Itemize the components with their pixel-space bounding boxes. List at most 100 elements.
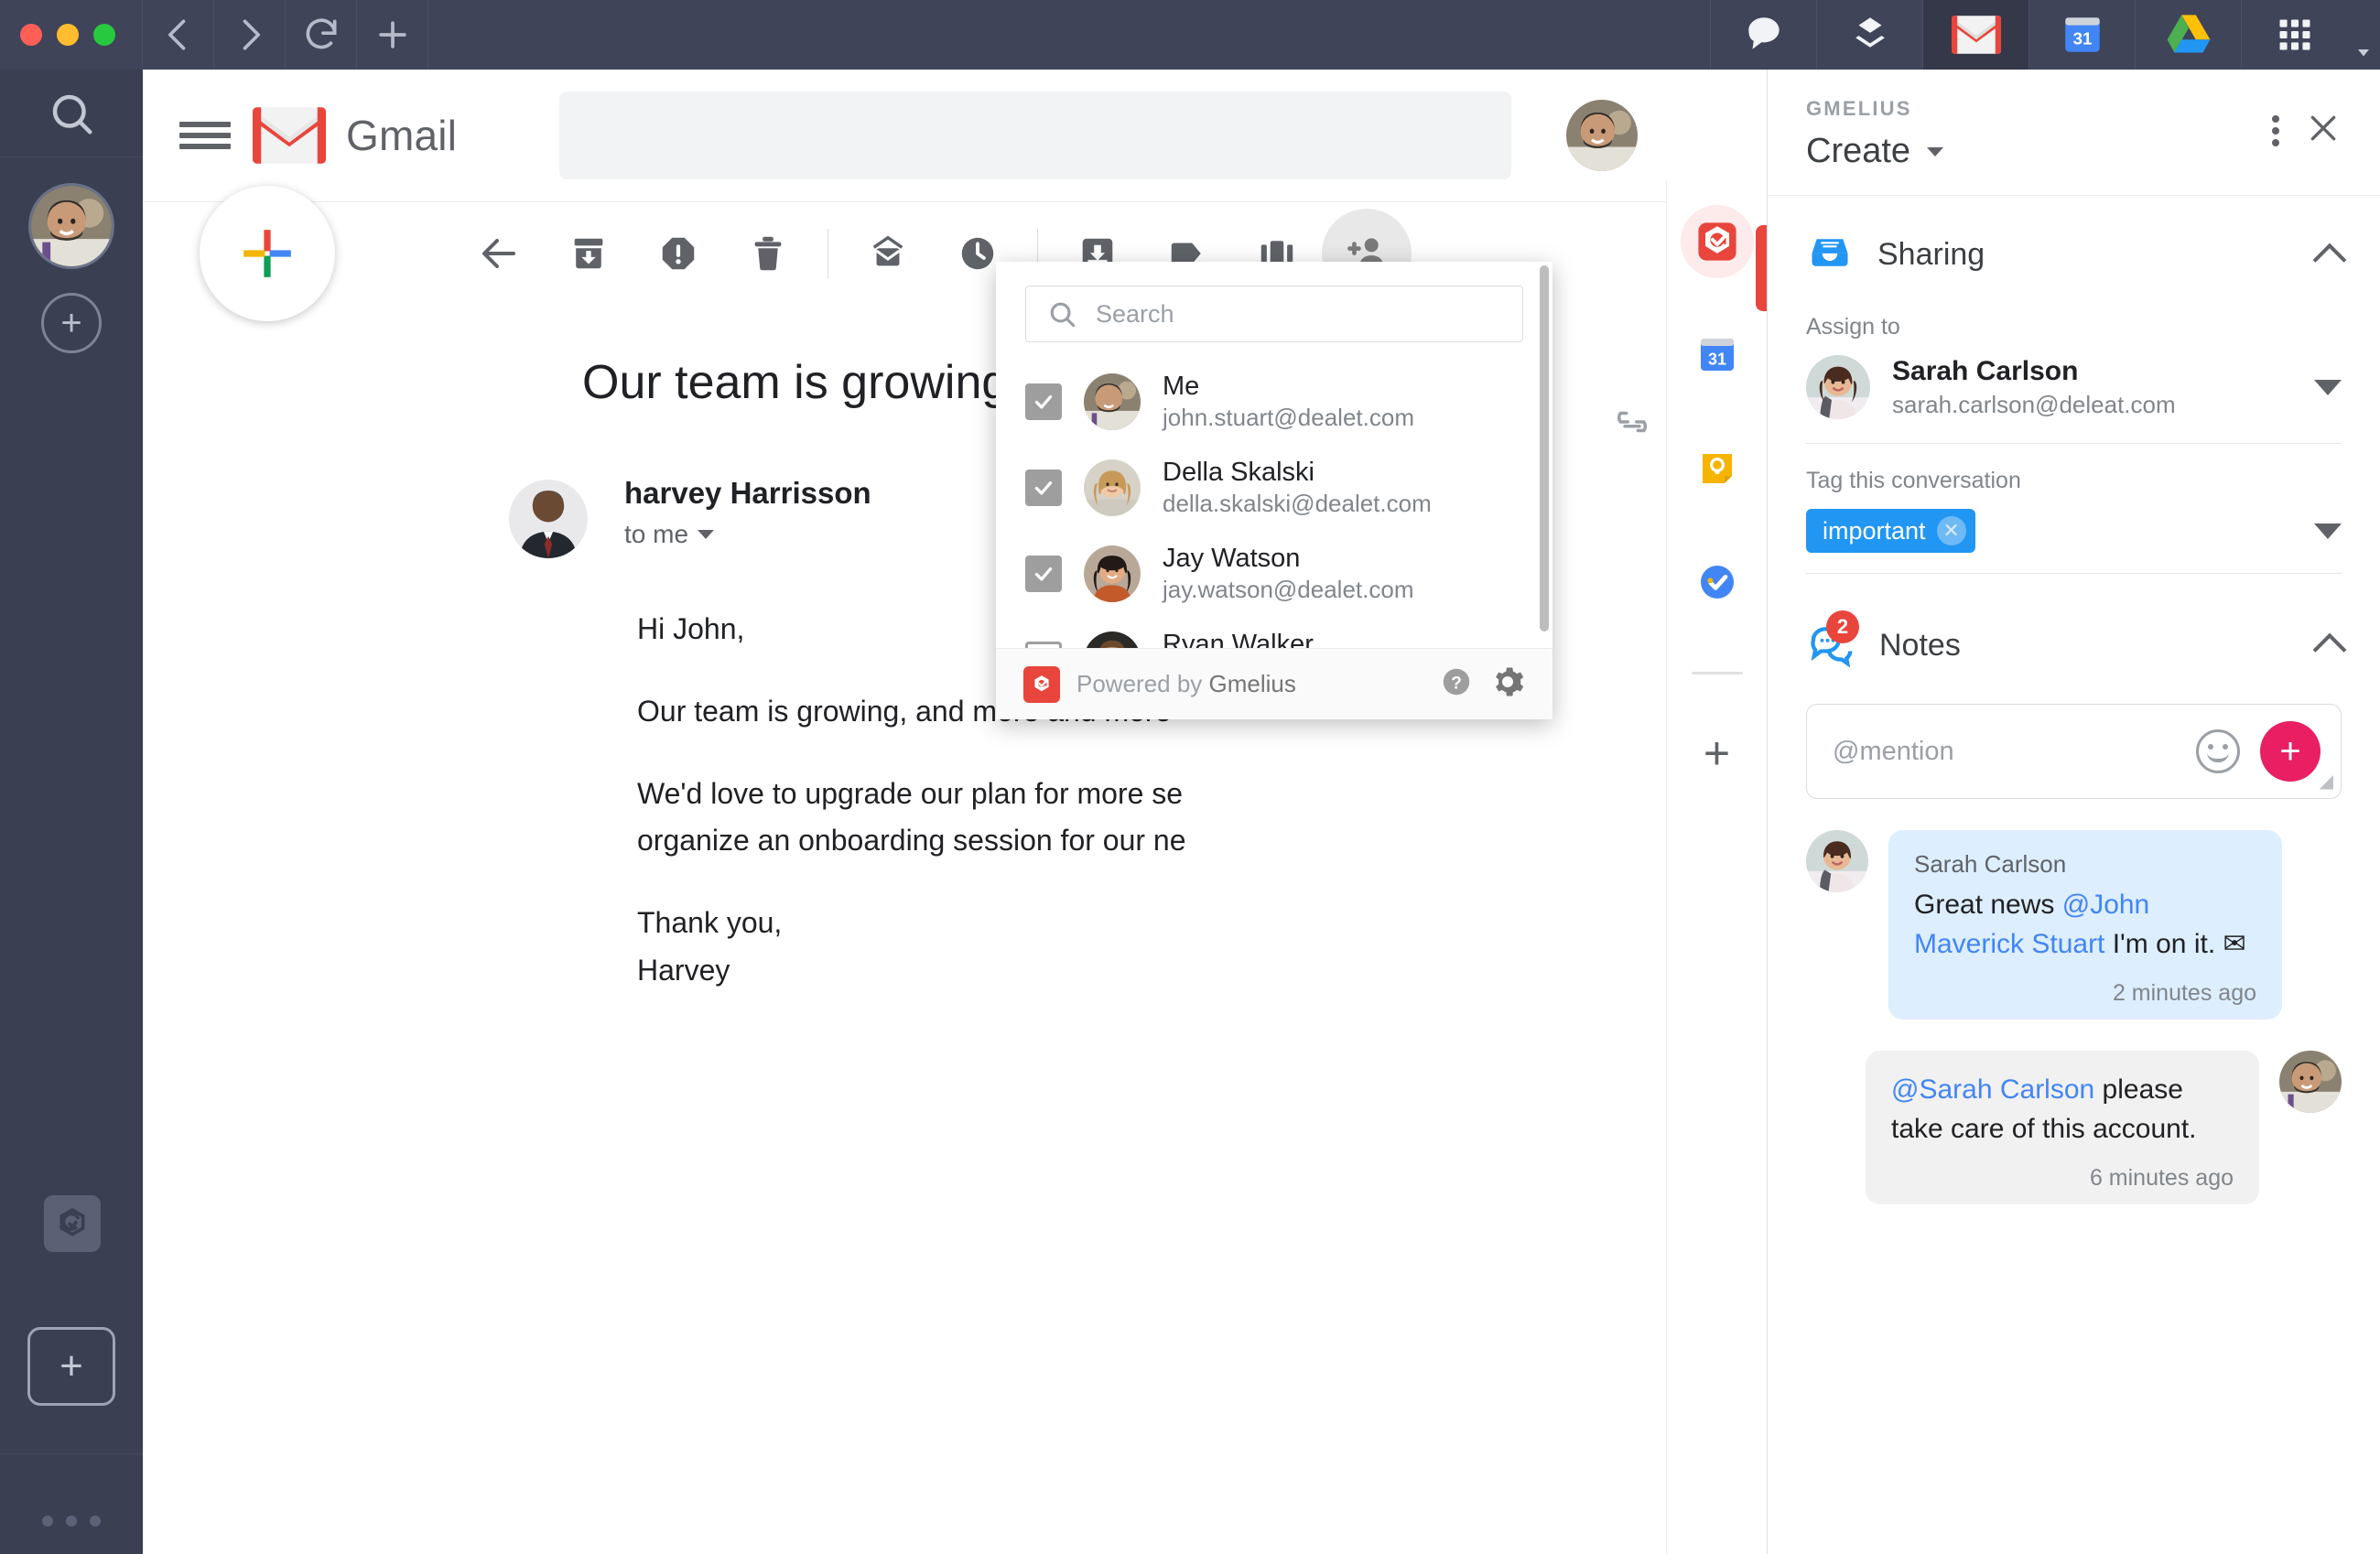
powered-by-brand: Gmelius [1209, 670, 1296, 697]
notes-section-header[interactable]: 2 Notes [1768, 574, 2380, 678]
help-icon[interactable]: ? [1439, 664, 1474, 704]
contact-avatar [1084, 459, 1141, 516]
account-avatar[interactable] [1566, 100, 1638, 171]
note-mention[interactable]: @Sarah Carlson [1891, 1074, 2094, 1105]
contact-search-field[interactable]: Search [1025, 286, 1523, 342]
apps-grid-icon[interactable] [2241, 0, 2347, 70]
contact-name: Della Skalski [1163, 458, 1432, 488]
assign-to-label: Assign to [1768, 290, 2380, 355]
powered-by-prefix: Powered by [1076, 670, 1209, 697]
back-button[interactable] [143, 0, 214, 70]
tag-selector[interactable]: important ✕ [1806, 509, 2342, 574]
note-text-after: I'm on it. ✉ [2104, 929, 2245, 959]
note-text-before: Great news [1914, 890, 2062, 920]
panel-brand: GMELIUS [1806, 97, 1943, 121]
add-workspace-button[interactable]: + [41, 293, 102, 353]
page-title: Create [1806, 132, 1910, 171]
browser-chrome: 31 [0, 0, 2380, 70]
contact-checkbox[interactable] [1025, 383, 1062, 420]
gmail-icon[interactable] [1922, 0, 2028, 70]
resize-handle[interactable]: ◢ [2320, 770, 2333, 793]
gear-icon[interactable] [1490, 664, 1525, 704]
chevron-down-icon[interactable] [2314, 523, 2342, 539]
reload-button[interactable] [286, 0, 357, 70]
gmelius-addon-button[interactable] [1681, 205, 1754, 278]
email-signoff-line-2: Harvey [637, 954, 730, 987]
gmail-logo[interactable]: Gmail [253, 107, 457, 164]
minimize-window-button[interactable] [57, 24, 79, 46]
note-bubble: @Sarah Carlson please take care of this … [1866, 1051, 2259, 1204]
popup-scrollbar[interactable] [1540, 265, 1549, 631]
svg-text:31: 31 [1707, 350, 1726, 368]
gmelius-icon[interactable] [44, 1195, 101, 1252]
contact-checkbox[interactable] [1025, 556, 1062, 592]
chevron-up-icon[interactable] [2313, 633, 2347, 667]
chrome-spacer [428, 0, 1710, 70]
email-signoff: Thank you, Harvey [637, 900, 1388, 995]
contact-info: Me john.stuart@dealet.com [1163, 372, 1414, 432]
contact-checkbox[interactable] [1025, 469, 1062, 506]
close-icon[interactable] [2305, 110, 2342, 151]
assignee-selector[interactable]: Sarah Carlson sarah.carlson@deleat.com [1806, 355, 2342, 444]
delete-button[interactable] [723, 209, 813, 298]
get-addons-button[interactable]: + [1681, 717, 1754, 790]
chat-icon[interactable] [1710, 0, 1816, 70]
emoji-smiley-icon[interactable] [2196, 729, 2240, 773]
archive-button[interactable] [544, 209, 633, 298]
drive-icon[interactable] [2135, 0, 2241, 70]
new-tab-button[interactable] [357, 0, 428, 70]
calendar-icon[interactable]: 31 [2028, 0, 2135, 70]
gmail-wordmark: Gmail [346, 111, 457, 160]
kebab-menu-icon[interactable] [2272, 111, 2279, 151]
note-timestamp: 2 minutes ago [1914, 980, 2256, 1007]
remove-tag-icon[interactable]: ✕ [1937, 516, 1966, 545]
list-item[interactable]: Me john.stuart@dealet.com [996, 359, 1552, 445]
layers-icon[interactable] [1816, 0, 1922, 70]
window-controls [0, 0, 143, 70]
tasks-addon-button[interactable] [1681, 545, 1754, 619]
mark-unread-button[interactable] [843, 209, 933, 298]
back-to-inbox-button[interactable] [454, 209, 544, 298]
avatar[interactable] [28, 183, 114, 269]
chevron-up-icon[interactable] [2313, 243, 2347, 276]
contact-info: Jay Watson jay.watson@dealet.com [1163, 544, 1414, 604]
list-item[interactable]: Jay Watson jay.watson@dealet.com [996, 531, 1552, 617]
sharing-section-header[interactable]: Sharing [1768, 196, 2380, 290]
note-input-wrapper[interactable]: @mention + ◢ [1806, 704, 2342, 799]
contact-email: john.stuart@dealet.com [1163, 404, 1414, 432]
chevron-down-icon [698, 530, 714, 539]
keep-addon-button[interactable] [1681, 432, 1754, 505]
chevron-down-icon[interactable] [2314, 380, 2342, 395]
workspace-rail: + + [0, 70, 143, 1554]
panel-title-row[interactable]: Create [1806, 132, 1943, 171]
contact-email: della.skalski@dealet.com [1163, 490, 1432, 518]
compose-button[interactable] [200, 186, 335, 321]
chevron-down-icon[interactable] [2347, 0, 2380, 70]
contact-name: Me [1163, 372, 1414, 402]
gmail-header: Gmail [143, 70, 1767, 201]
addon-divider [1692, 672, 1743, 674]
list-item[interactable]: Della Skalski della.skalski@dealet.com [996, 445, 1552, 531]
contact-name: Jay Watson [1163, 544, 1414, 574]
close-window-button[interactable] [20, 24, 42, 46]
note-input[interactable]: @mention [1833, 737, 2196, 767]
hamburger-icon[interactable] [179, 115, 231, 156]
link-icon[interactable] [1607, 406, 1657, 442]
recipient-toggle[interactable]: to me [624, 520, 871, 549]
gmelius-icon [1023, 666, 1060, 703]
note-bubble: Sarah Carlson Great news @John Maverick … [1888, 830, 2282, 1020]
calendar-addon-button[interactable]: 31 [1681, 318, 1754, 392]
sharing-section-title: Sharing [1877, 237, 2294, 273]
forward-button[interactable] [214, 0, 286, 70]
maximize-window-button[interactable] [93, 24, 115, 46]
add-account-button[interactable]: + [27, 1327, 115, 1406]
add-note-button[interactable]: + [2260, 721, 2320, 782]
contact-avatar [1084, 373, 1141, 430]
search-icon[interactable] [0, 70, 143, 157]
search-input[interactable] [559, 92, 1511, 179]
app-root: 31 [0, 0, 2380, 1554]
tag-chip[interactable]: important ✕ [1806, 509, 1975, 553]
more-dots-icon[interactable] [0, 1516, 143, 1527]
sender-info: harvey Harrisson to me [624, 476, 871, 558]
report-spam-button[interactable] [633, 209, 723, 298]
